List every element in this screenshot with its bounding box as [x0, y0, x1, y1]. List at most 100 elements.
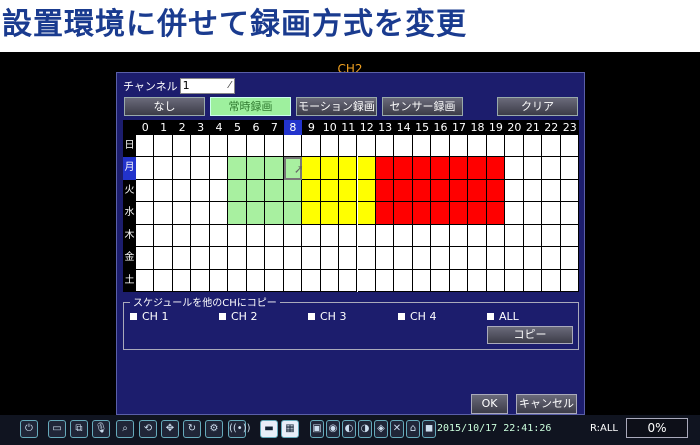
copy-option-ch2[interactable]: CH 2	[219, 310, 257, 323]
schedule-cell[interactable]	[449, 269, 469, 292]
schedule-cell[interactable]	[339, 179, 358, 203]
schedule-cell[interactable]	[320, 179, 340, 203]
schedule-cell[interactable]	[542, 157, 561, 180]
schedule-cell[interactable]	[228, 202, 247, 225]
search-record-icon[interactable]: ⧉	[70, 420, 88, 438]
schedule-cell[interactable]	[375, 157, 395, 180]
schedule-cell[interactable]	[154, 135, 173, 158]
schedule-cell[interactable]	[542, 247, 561, 270]
schedule-cell[interactable]	[449, 135, 469, 158]
schedule-cell[interactable]	[265, 179, 284, 203]
schedule-cell[interactable]	[154, 269, 173, 292]
schedule-cell[interactable]	[320, 269, 340, 292]
ptz-icon[interactable]: ✥	[161, 420, 179, 438]
schedule-cells[interactable]: ➚	[136, 135, 579, 292]
schedule-cell[interactable]	[449, 247, 469, 270]
schedule-cell[interactable]	[542, 179, 561, 203]
schedule-cell[interactable]	[486, 269, 506, 292]
record-icon[interactable]: ▭	[48, 420, 66, 438]
schedule-cell[interactable]	[136, 269, 155, 292]
schedule-cell[interactable]	[505, 247, 524, 270]
schedule-cell[interactable]	[136, 202, 155, 225]
schedule-cell[interactable]	[320, 224, 340, 248]
schedule-cell[interactable]	[394, 269, 413, 292]
hour-label[interactable]: 6	[247, 120, 265, 135]
schedule-cell[interactable]	[339, 202, 358, 225]
copy-option-ch1[interactable]: CH 1	[130, 310, 168, 323]
schedule-cell[interactable]	[172, 179, 192, 203]
day-label[interactable]: 火	[123, 180, 136, 202]
hour-label[interactable]: 23	[561, 120, 579, 135]
cancel-button[interactable]: キャンセル	[516, 394, 577, 414]
schedule-cell[interactable]	[320, 135, 340, 158]
schedule-cell[interactable]	[320, 202, 340, 225]
schedule-cell[interactable]	[412, 157, 432, 180]
schedule-cell[interactable]	[209, 135, 229, 158]
schedule-cell[interactable]	[560, 224, 579, 248]
day-label[interactable]: 土	[123, 270, 136, 292]
schedule-cell[interactable]	[505, 157, 524, 180]
schedule-cell[interactable]	[172, 269, 192, 292]
schedule-cell[interactable]	[505, 224, 524, 248]
schedule-cell[interactable]	[468, 247, 487, 270]
hour-label[interactable]: 11	[339, 120, 357, 135]
schedule-cell[interactable]	[136, 135, 155, 158]
schedule-cell[interactable]	[265, 157, 284, 180]
schedule-cell[interactable]	[412, 247, 432, 270]
schedule-cell[interactable]	[339, 157, 358, 180]
playback-icon[interactable]: ⟲	[139, 420, 157, 438]
schedule-cell[interactable]	[505, 269, 524, 292]
mode-button-none[interactable]: なし	[124, 97, 205, 116]
mode-button-continuous[interactable]: 常時録画	[210, 97, 291, 116]
copy-option-ch4[interactable]: CH 4	[398, 310, 436, 323]
schedule-cell[interactable]	[375, 179, 395, 203]
schedule-cell[interactable]	[412, 202, 432, 225]
schedule-cell[interactable]	[394, 157, 413, 180]
hour-label[interactable]: 3	[191, 120, 209, 135]
schedule-cell[interactable]	[302, 179, 321, 203]
schedule-cell[interactable]	[172, 135, 192, 158]
schedule-cell[interactable]	[375, 135, 395, 158]
schedule-cell[interactable]	[412, 135, 432, 158]
schedule-cell[interactable]	[228, 135, 247, 158]
schedule-cell[interactable]	[283, 247, 303, 270]
schedule-cell[interactable]	[265, 247, 284, 270]
copy-option-all[interactable]: ALL	[487, 310, 519, 323]
schedule-cell[interactable]	[523, 269, 543, 292]
hour-label[interactable]: 14	[394, 120, 412, 135]
hour-label[interactable]: 8	[283, 120, 303, 135]
schedule-cell[interactable]	[431, 135, 450, 158]
schedule-cell[interactable]	[228, 269, 247, 292]
schedule-cell[interactable]	[449, 157, 469, 180]
schedule-cell[interactable]	[339, 269, 358, 292]
schedule-cell[interactable]	[209, 179, 229, 203]
schedule-cell[interactable]	[136, 247, 155, 270]
schedule-cell[interactable]	[375, 247, 395, 270]
schedule-cell[interactable]	[191, 179, 210, 203]
schedule-cell[interactable]	[468, 157, 487, 180]
schedule-cell[interactable]	[246, 179, 266, 203]
schedule-cell[interactable]	[468, 202, 487, 225]
schedule-cell[interactable]	[246, 224, 266, 248]
hour-label[interactable]: 0	[136, 120, 154, 135]
schedule-cell[interactable]	[283, 202, 303, 225]
schedule-cell[interactable]	[154, 247, 173, 270]
hour-label[interactable]: 5	[228, 120, 246, 135]
schedule-cell[interactable]	[486, 157, 506, 180]
schedule-cell[interactable]	[542, 269, 561, 292]
schedule-cell[interactable]	[375, 269, 395, 292]
schedule-cell[interactable]	[523, 247, 543, 270]
zoom-icon[interactable]: ⌕	[116, 420, 134, 438]
schedule-cell[interactable]	[265, 135, 284, 158]
schedule-cell[interactable]	[172, 224, 192, 248]
schedule-cell[interactable]	[542, 224, 561, 248]
schedule-cell[interactable]	[431, 224, 450, 248]
schedule-cell[interactable]	[560, 269, 579, 292]
schedule-cell[interactable]	[246, 202, 266, 225]
schedule-cell[interactable]	[394, 135, 413, 158]
schedule-cell[interactable]	[320, 247, 340, 270]
day-label[interactable]: 木	[123, 225, 136, 247]
schedule-cell[interactable]	[394, 179, 413, 203]
clear-button[interactable]: クリア	[497, 97, 578, 116]
schedule-cell[interactable]	[339, 135, 358, 158]
